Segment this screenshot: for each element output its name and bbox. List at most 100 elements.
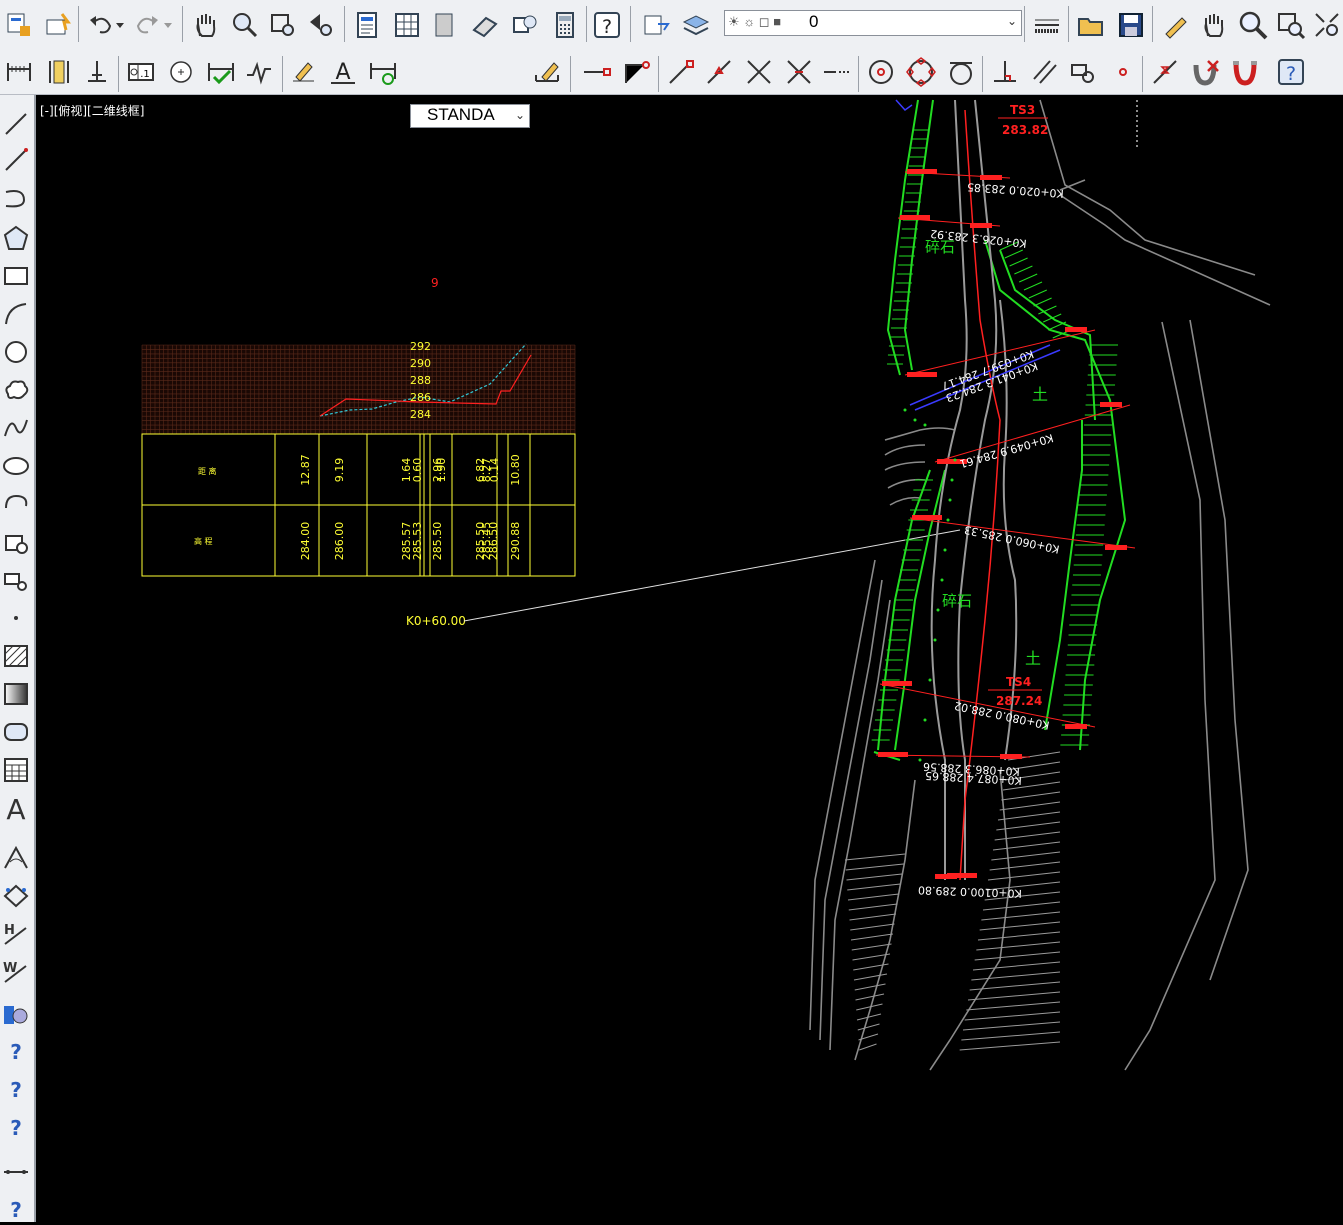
hatch-icon[interactable] (1, 641, 31, 671)
snap-center-icon[interactable] (864, 55, 898, 89)
help-icon-1[interactable]: ? (1, 1037, 31, 1067)
layer-state-icons: ☀ ☼ ◻ ■ (728, 14, 782, 29)
snap-intersection-icon[interactable] (742, 55, 776, 89)
zoom-extents-icon[interactable] (1312, 8, 1342, 42)
drawing-canvas[interactable]: 9 292290288286284 距 离 高 程 12.87 9.19 1.640… (36, 96, 1343, 1222)
snap-perpendicular-icon[interactable] (988, 55, 1022, 89)
elevation-value: 286.00 (333, 522, 346, 561)
circle-icon[interactable] (1, 337, 31, 367)
osnap-settings-icon[interactable] (1228, 55, 1262, 89)
match-properties-icon[interactable] (40, 8, 74, 42)
snap-endpoint-icon[interactable] (580, 55, 614, 89)
dim-linear-icon[interactable] (2, 55, 36, 89)
save-icon[interactable] (1114, 8, 1148, 42)
dim-text-edit-icon[interactable]: A (326, 55, 360, 89)
help-icon[interactable]: ? (590, 8, 624, 42)
snap-endpoint2-icon[interactable] (664, 55, 698, 89)
snap-nearest-icon[interactable] (1148, 55, 1182, 89)
redo-dropdown-icon[interactable] (160, 8, 176, 42)
revision-cloud-icon[interactable] (1, 375, 31, 405)
snap-parallel-icon[interactable] (1028, 55, 1062, 89)
snap-none-icon[interactable] (1188, 55, 1222, 89)
dim-ordinate-icon[interactable] (80, 55, 114, 89)
layer-properties-icon[interactable] (638, 8, 672, 42)
line-icon[interactable] (1, 109, 31, 139)
properties-icon[interactable] (2, 8, 36, 42)
layer-dropdown-value: 0 (809, 12, 819, 31)
vertical-dim-icon[interactable]: W (1, 957, 31, 987)
program-tool-icon[interactable] (1, 999, 31, 1029)
jogged-linear-icon[interactable] (242, 55, 276, 89)
make-block-icon[interactable] (1, 565, 31, 595)
distance-value: 10.80 (509, 454, 522, 486)
spline-icon[interactable] (1, 413, 31, 443)
point-icon[interactable] (1, 603, 31, 633)
lineweight-icon[interactable] (1030, 8, 1064, 42)
ellipse-icon[interactable] (1, 451, 31, 481)
inspect-icon[interactable] (204, 55, 238, 89)
zoom-previous-icon[interactable] (304, 8, 338, 42)
calculator-icon[interactable] (548, 8, 582, 42)
pan-hand-icon[interactable] (1196, 8, 1230, 42)
soil-label-1: 土 (1032, 385, 1048, 404)
callout-label: K0+60.00 (406, 614, 466, 628)
gradient-icon[interactable] (1, 679, 31, 709)
snap-apparent-icon[interactable] (782, 55, 816, 89)
region-icon[interactable] (1, 717, 31, 747)
svg-text:A: A (6, 794, 25, 822)
dim-angular-icon[interactable] (1, 843, 31, 873)
snap-extension-icon[interactable] (620, 55, 654, 89)
properties-palette-icon[interactable] (350, 8, 384, 42)
arc-icon[interactable] (1, 299, 31, 329)
ts4-value: 287.24 (996, 694, 1042, 708)
zoom-window2-icon[interactable] (1274, 8, 1308, 42)
construction-line-icon[interactable] (1, 145, 31, 175)
pencil-erase-icon[interactable] (1158, 8, 1192, 42)
zoom-realtime-icon[interactable] (228, 8, 262, 42)
ellipse-arc-icon[interactable] (1, 489, 31, 519)
horizontal-dim-icon[interactable]: H (1, 919, 31, 949)
undo-dropdown-icon[interactable] (112, 8, 128, 42)
gravel-label-1: 碎石 (925, 238, 955, 256)
design-center-icon[interactable] (390, 8, 424, 42)
distance-value: 9.19 (333, 458, 346, 483)
redo-icon[interactable] (130, 8, 164, 42)
snap-node-icon[interactable] (1106, 55, 1140, 89)
snap-quadrant-icon[interactable] (904, 55, 938, 89)
zoom-icon[interactable] (1236, 8, 1270, 42)
open-icon[interactable] (1074, 8, 1108, 42)
polyline-icon[interactable] (1, 183, 31, 213)
layer-states-icon[interactable] (678, 8, 712, 42)
dim-update-icon[interactable] (366, 55, 400, 89)
help-icon-3[interactable]: ? (1, 1113, 31, 1143)
polygon-icon[interactable] (1, 223, 31, 253)
snap-tangent-icon[interactable] (944, 55, 978, 89)
dim-aligned-icon[interactable] (42, 55, 76, 89)
pan-icon[interactable] (188, 8, 222, 42)
snap-insert-icon[interactable] (1066, 55, 1100, 89)
tool-palette-icon[interactable] (428, 8, 462, 42)
page-marker: 9 (431, 276, 439, 290)
center-mark-icon[interactable] (164, 55, 198, 89)
dim-diamond-icon[interactable] (1, 881, 31, 911)
sheet-set-icon[interactable] (468, 8, 502, 42)
snap-extension2-icon[interactable] (820, 55, 854, 89)
dim-edit-icon[interactable] (286, 55, 320, 89)
scale-label: 284 (410, 408, 431, 421)
multiline-text-icon[interactable]: A (1, 793, 31, 823)
chain-icon[interactable] (1, 1157, 31, 1187)
markup-icon[interactable] (508, 8, 542, 42)
tolerance-icon[interactable]: .1 (124, 55, 158, 89)
help-icon-4[interactable]: ? (1, 1195, 31, 1225)
layer-dropdown[interactable]: ☀ ☼ ◻ ■ 0 ⌄ (724, 10, 1022, 36)
dim-style-icon[interactable] (530, 55, 564, 89)
rectangle-icon[interactable] (1, 261, 31, 291)
station-labels: K0+020.0 283.85K0+026.3 283.92K0+039.7 2… (918, 180, 1064, 900)
help2-icon[interactable]: ? (1274, 55, 1308, 89)
table-icon[interactable] (1, 755, 31, 785)
insert-block-icon[interactable] (1, 527, 31, 557)
help-icon-2[interactable]: ? (1, 1075, 31, 1105)
station-label: K0+020.0 283.85 (967, 180, 1065, 200)
zoom-window-icon[interactable] (266, 8, 300, 42)
snap-midpoint-icon[interactable] (702, 55, 736, 89)
